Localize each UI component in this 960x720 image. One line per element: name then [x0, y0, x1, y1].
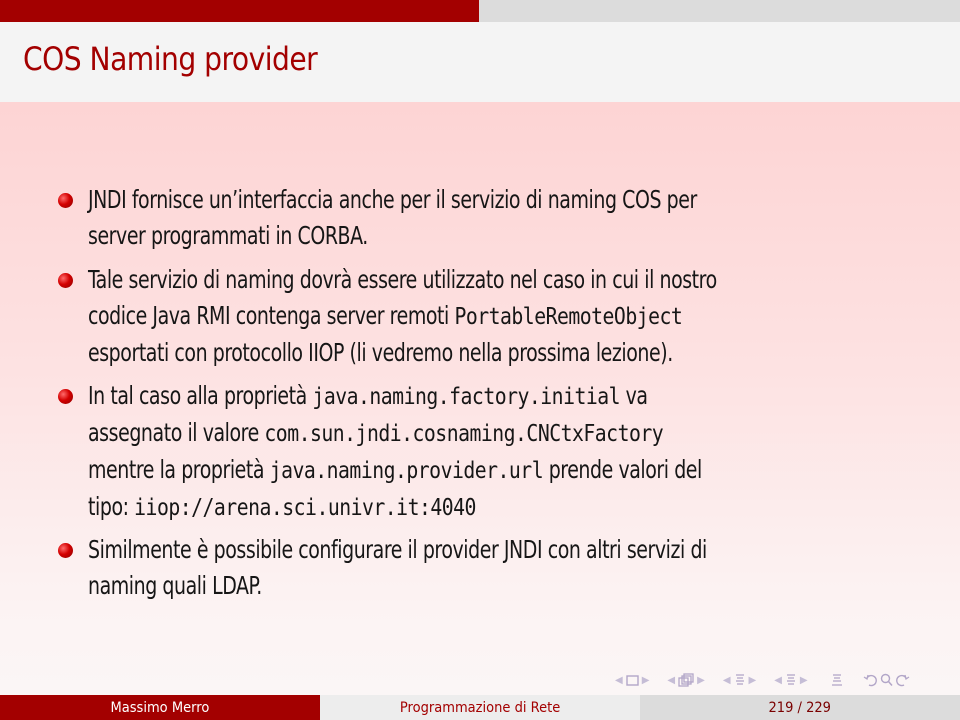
code-span: PortableRemoteObject — [454, 304, 683, 330]
nav-section-group: ◀ ▶ — [771, 673, 810, 687]
bullet-icon — [58, 273, 73, 288]
text-span: Tale servizio di naming dovrà essere uti… — [88, 265, 717, 294]
text-line: naming quali LDAP. — [88, 568, 948, 604]
footer-page-number: 219 / 229 — [640, 695, 960, 720]
nav-left-arrow-icon[interactable]: ◀ — [771, 675, 785, 686]
text-span: prende valori del — [543, 455, 703, 484]
text-span: codice Java RMI contenga server remoti — [88, 301, 455, 330]
text-line: server programmati in CORBA. — [88, 218, 948, 254]
text-line: In tal caso alla proprietà java.naming.f… — [88, 378, 948, 415]
bullet-text: Tale servizio di naming dovrà essere uti… — [88, 262, 948, 371]
nav-slide-group: ◀ ▶ — [612, 675, 652, 686]
nav-right-arrow-icon[interactable]: ▶ — [694, 675, 708, 686]
slide-frame-icon[interactable] — [626, 674, 639, 686]
frames-stack-icon[interactable] — [678, 673, 694, 687]
section-icon[interactable] — [785, 673, 797, 687]
header-bar-left — [0, 0, 479, 22]
slide-body: JNDI fornisce un’interfaccia anche per i… — [0, 102, 960, 695]
beamer-navigation-bar: ◀ ▶ ◀ ▶ ◀ ▶ ◀ ▶ — [612, 668, 922, 692]
header-progress-bar — [0, 0, 960, 22]
nav-left-arrow-icon[interactable]: ◀ — [664, 675, 678, 686]
code-span: java.naming.provider.url — [269, 458, 544, 484]
nav-document-group — [831, 673, 843, 687]
page-counter: 219 / 229 — [768, 699, 832, 716]
text-line: Tale servizio di naming dovrà essere uti… — [88, 262, 948, 298]
text-span: Similmente è possibile configurare il pr… — [88, 535, 707, 564]
nav-tools-group — [863, 673, 910, 687]
code-span: java.naming.factory.initial — [312, 384, 621, 410]
nav-right-arrow-icon[interactable]: ▶ — [639, 675, 653, 686]
nav-subsection-group: ◀ ▶ — [720, 673, 759, 687]
text-span: JNDI fornisce un’interfaccia anche per i… — [88, 185, 697, 214]
text-line: esportati con protocollo IIOP (li vedrem… — [88, 335, 948, 371]
slide-title: COS Naming provider — [23, 40, 318, 78]
text-line: mentre la proprietà java.naming.provider… — [88, 452, 948, 489]
footer-course-text: Programmazione di Rete — [399, 699, 561, 716]
footer-author-text: Massimo Merro — [110, 699, 210, 716]
text-span: In tal caso alla proprietà — [88, 381, 313, 410]
text-line: assegnato il valore com.sun.jndi.cosnami… — [88, 415, 948, 452]
text-span: naming quali LDAP. — [88, 571, 262, 600]
text-span: server programmati in CORBA. — [88, 221, 368, 250]
code-span: iiop://arena.sci.univr.it:4040 — [134, 495, 476, 521]
bullet-icon — [58, 389, 73, 404]
text-span: mentre la proprietà — [88, 455, 270, 484]
nav-frame-group: ◀ ▶ — [664, 673, 707, 687]
text-span: assegnato il valore — [88, 418, 265, 447]
subsection-icon[interactable] — [734, 673, 746, 687]
header-bar-right — [479, 0, 960, 22]
bullet-text: In tal caso alla proprietà java.naming.f… — [88, 378, 948, 526]
nav-right-arrow-icon[interactable]: ▶ — [797, 675, 811, 686]
back-icon[interactable] — [863, 673, 878, 687]
code-span: com.sun.jndi.cosnaming.CNCtxFactory — [264, 421, 664, 447]
text-span: va — [620, 381, 648, 410]
bullet-icon — [58, 193, 73, 208]
search-icon[interactable] — [880, 673, 893, 687]
nav-left-arrow-icon[interactable]: ◀ — [720, 675, 734, 686]
footer: Massimo Merro Programmazione di Rete 219… — [0, 695, 960, 720]
text-line: JNDI fornisce un’interfaccia anche per i… — [88, 182, 948, 218]
footer-author: Massimo Merro — [0, 695, 320, 720]
forward-icon[interactable] — [895, 673, 910, 687]
bullet-text: JNDI fornisce un’interfaccia anche per i… — [88, 182, 948, 254]
text-line: Similmente è possibile configurare il pr… — [88, 532, 948, 568]
bullet-text: Similmente è possibile configurare il pr… — [88, 532, 948, 604]
nav-right-arrow-icon[interactable]: ▶ — [746, 675, 760, 686]
text-span: tipo: — [88, 492, 135, 521]
footer-course: Programmazione di Rete — [320, 695, 640, 720]
text-span: esportati con protocollo IIOP (li vedrem… — [88, 338, 673, 367]
document-outline-icon[interactable] — [831, 673, 843, 687]
text-line: codice Java RMI contenga server remoti P… — [88, 298, 948, 335]
nav-left-arrow-icon[interactable]: ◀ — [612, 675, 626, 686]
text-line: tipo: iiop://arena.sci.univr.it:4040 — [88, 489, 948, 526]
bullet-icon — [58, 543, 73, 558]
